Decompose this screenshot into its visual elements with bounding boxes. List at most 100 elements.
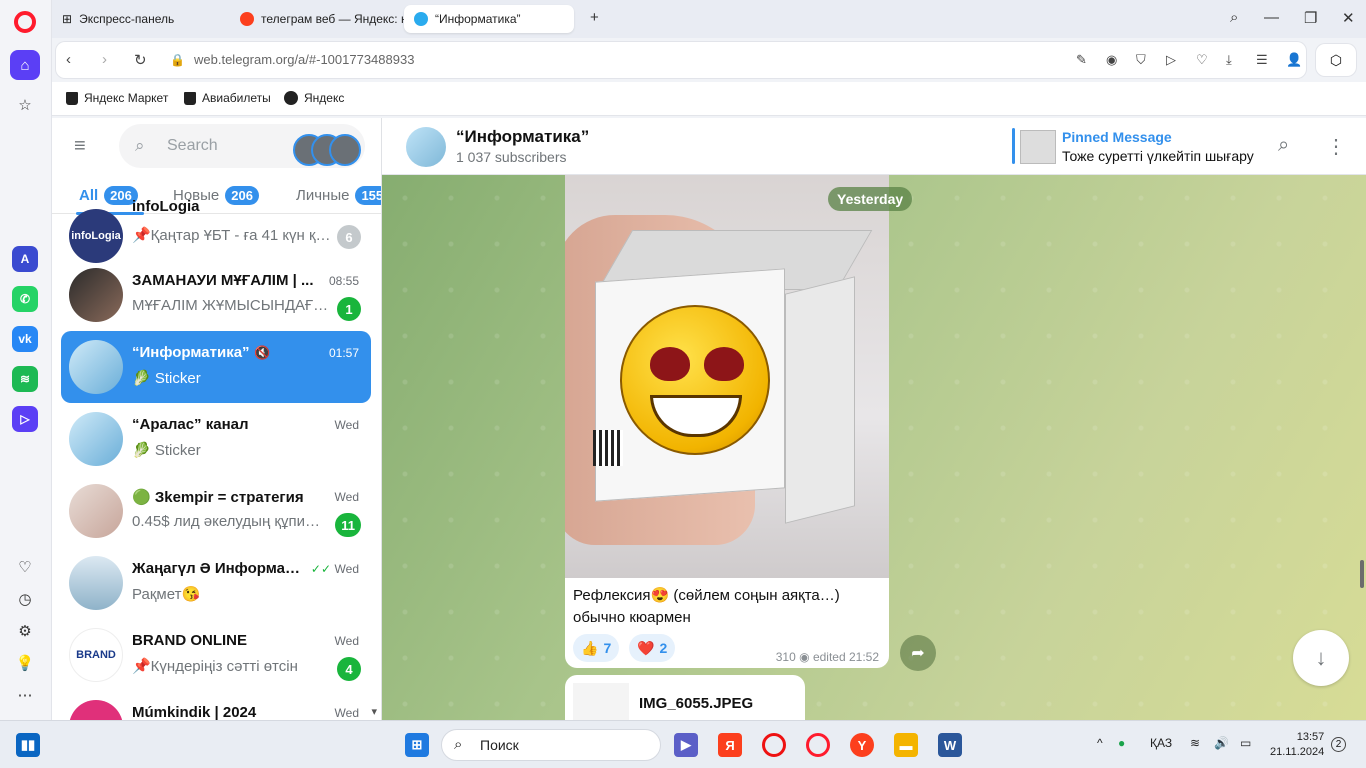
lock-icon[interactable]: 🔒 — [170, 53, 185, 67]
more-vertical-icon[interactable]: ⋮ — [1326, 134, 1346, 159]
volume-icon[interactable]: 🔊 — [1214, 736, 1229, 750]
settings-icon[interactable]: ⚙ — [10, 616, 40, 646]
chat-title: 🟢 Зkempir = стратегия — [132, 489, 304, 506]
search-input[interactable]: ⌕ Search — [119, 124, 365, 168]
photo-message[interactable]: Рефлексия😍 (сөйлем соңын аяқта…) обычно … — [565, 175, 889, 668]
chat-title: Жаңагүл Ә Информатика — [132, 560, 300, 577]
reload-icon[interactable]: ↻ — [134, 51, 147, 69]
play-icon[interactable]: ▷ — [1166, 52, 1176, 68]
document-name[interactable]: IMG_6055.JPEG — [639, 695, 753, 712]
scroll-down-icon[interactable]: ▾ — [371, 705, 377, 718]
notification-badge[interactable]: 2 — [1331, 737, 1346, 752]
chat-item-zhanagul[interactable]: Жаңагүл Ә Информатика ✓✓ Wed Рақмет😘 — [61, 547, 371, 619]
chat-time: 08:55 — [328, 274, 359, 288]
menu-icon[interactable]: ≡ — [74, 135, 86, 158]
lightbulb-icon[interactable]: 💡 — [10, 648, 40, 678]
muted-icon: 🔇 — [254, 345, 271, 360]
chat-preview: Рақмет😘 — [132, 586, 201, 603]
tray-app-icon[interactable]: ● — [1118, 736, 1125, 750]
file-explorer-icon[interactable]: ▬ — [894, 733, 918, 757]
tab-yandex-search[interactable]: телеграм веб — Яндекс: на — [230, 5, 404, 33]
avatar — [69, 556, 123, 610]
taskbar-search[interactable]: ⌕ Поиск — [441, 729, 661, 761]
close-icon[interactable]: ✕ — [1342, 9, 1355, 27]
document-message[interactable]: IMG_6055.JPEG — [565, 675, 805, 720]
back-icon[interactable]: ‹ — [66, 51, 71, 68]
vk-icon[interactable]: vk — [12, 326, 38, 352]
profile-icon[interactable]: 👤 — [1286, 52, 1302, 68]
forward-icon[interactable]: › — [102, 51, 107, 68]
heart-icon[interactable]: ♡ — [10, 552, 40, 582]
address-bar[interactable]: ‹ › ↻ 🔒 web.telegram.org/a/#-10017734889… — [56, 42, 1306, 78]
easy-setup-icon[interactable]: ☰ — [1256, 52, 1268, 68]
star-icon[interactable]: ☆ — [10, 90, 40, 120]
home-icon[interactable]: ⌂ — [10, 50, 40, 80]
tab-express-panel[interactable]: ⊞ Экспресс-панель — [52, 5, 222, 33]
battery-icon[interactable]: ▭ — [1240, 736, 1251, 750]
reaction-like[interactable]: 👍 7 — [573, 634, 620, 662]
grid-icon: ⊞ — [62, 12, 73, 26]
wifi-icon[interactable]: ≋ — [1190, 736, 1200, 750]
document-thumbnail[interactable] — [573, 683, 629, 720]
avatar — [69, 412, 123, 466]
url-text[interactable]: web.telegram.org/a/#-1001773488933 — [194, 52, 414, 67]
word-icon[interactable]: W — [938, 733, 962, 757]
channel-title[interactable]: “Информатика” — [456, 127, 589, 147]
tray-expand-icon[interactable]: ^ — [1097, 736, 1103, 750]
history-icon[interactable]: ◷ — [10, 584, 40, 614]
edit-icon[interactable]: ✎ — [1076, 52, 1087, 68]
chat-item-aralas[interactable]: “Аралас” канал Wed 🥬 Sticker — [61, 403, 371, 475]
chat-item-informatika[interactable]: “Информатика” 🔇 01:57 🥬 Sticker — [61, 331, 371, 403]
scrollbar[interactable] — [1360, 560, 1364, 588]
chat-time: Wed — [334, 490, 359, 504]
widgets-icon[interactable]: ▮▮ — [16, 733, 40, 757]
more-icon[interactable]: ⋯ — [10, 680, 40, 710]
opera-gx-icon[interactable] — [762, 733, 786, 757]
extensions-icon[interactable]: ⬡ — [1316, 44, 1356, 76]
pinned-message-label[interactable]: Pinned Message — [1062, 129, 1172, 145]
channel-avatar[interactable] — [406, 127, 446, 167]
chat-item-mumkindik[interactable]: Múmkindik | 2024 Wed — [61, 691, 371, 720]
download-icon[interactable]: ⤓ — [1226, 52, 1232, 68]
pinned-message-text[interactable]: Тоже суретті үлкейтіп шығару — [1062, 148, 1258, 164]
chat-item-zamanaui[interactable]: ЗАМАНАУИ МҰҒАЛІМ | ... 08:55 МҰҒАЛІМ ЖҰМ… — [61, 259, 371, 331]
search-tabs-icon[interactable]: ⌕ — [1230, 9, 1238, 26]
aria-icon[interactable]: A — [12, 246, 38, 272]
spotify-icon[interactable]: ≋ — [12, 366, 38, 392]
start-icon[interactable]: ⊞ — [405, 733, 429, 757]
bookmark-icon — [184, 91, 196, 105]
tab-telegram[interactable]: “Информатика” — [404, 5, 574, 33]
bookmark-yandex-market[interactable]: Яндекс Маркет — [66, 91, 168, 105]
opera-logo-icon[interactable] — [14, 11, 36, 33]
reaction-heart[interactable]: ❤️ 2 — [629, 634, 676, 662]
meet-icon[interactable]: ▶ — [674, 733, 698, 757]
language-indicator[interactable]: ҚАЗ — [1150, 736, 1172, 750]
message-photo[interactable] — [565, 175, 889, 578]
minimize-icon[interactable]: — — [1264, 9, 1279, 26]
chat-preview: 🥬 Sticker — [132, 442, 201, 459]
shield-icon[interactable]: ⛉ — [1136, 52, 1146, 68]
address-row: ‹ › ↻ 🔒 web.telegram.org/a/#-10017734889… — [52, 38, 1366, 82]
clock[interactable]: 13:57 21.11.2024 — [1270, 730, 1324, 760]
search-icon[interactable]: ⌕ — [1278, 134, 1289, 157]
bookmark-yandex[interactable]: Яндекс — [284, 91, 344, 105]
story-avatar[interactable] — [329, 134, 361, 166]
scroll-to-bottom-icon[interactable]: ↓ — [1293, 630, 1349, 686]
player-icon[interactable]: ▷ — [12, 406, 38, 432]
yandex-browser-icon[interactable]: Y — [850, 733, 874, 757]
heart-outline-icon[interactable]: ♡ — [1196, 52, 1208, 68]
pinned-thumbnail[interactable] — [1020, 130, 1056, 164]
whatsapp-icon[interactable]: ✆ — [12, 286, 38, 312]
chat-title: ЗАМАНАУИ МҰҒАЛІМ | ... — [132, 272, 314, 289]
maximize-icon[interactable]: ❐ — [1304, 9, 1317, 27]
bookmark-aviabilety[interactable]: Авиабилеты — [184, 91, 271, 105]
chat-item-brand-online[interactable]: BRAND BRAND ONLINE Wed 📌Күндеріңіз сәтті… — [61, 619, 371, 691]
camera-icon[interactable]: ◉ — [1106, 52, 1117, 68]
chat-title: infoLogia — [132, 198, 200, 215]
forward-icon[interactable]: ➦ — [900, 635, 936, 671]
chat-item-3kempir[interactable]: 🟢 Зkempir = стратегия Wed 0.45$ лид әкел… — [61, 475, 371, 547]
yandex-icon[interactable]: Я — [718, 733, 742, 757]
new-tab-icon[interactable]: + — [590, 9, 599, 26]
opera-icon[interactable] — [806, 733, 830, 757]
chat-list-panel: ≡ ⌕ Search All 206 Новые 206 Личные 155 … — [52, 118, 382, 720]
